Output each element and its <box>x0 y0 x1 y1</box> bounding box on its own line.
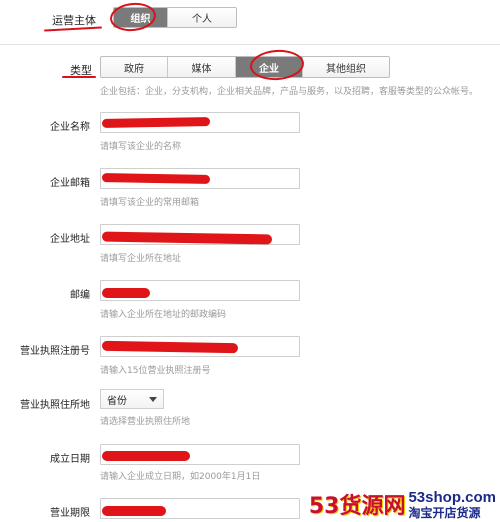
type-option-government[interactable]: 政府 <box>101 57 168 77</box>
subject-option-personal[interactable]: 个人 <box>168 8 236 27</box>
field-label-postcode: 邮编 <box>70 290 90 301</box>
subject-option-org[interactable]: 组织 <box>114 8 168 27</box>
redaction-mark <box>102 288 150 298</box>
subject-label: 运营主体 <box>52 14 96 27</box>
watermark: 53货源网 53shop.com 淘宝开店货源 <box>308 488 496 521</box>
watermark-tagline: 淘宝开店货源 <box>408 506 481 520</box>
redaction-mark <box>102 506 166 516</box>
type-option-other[interactable]: 其他组织 <box>303 57 389 77</box>
hint-postcode: 请输入企业所在地址的邮政编码 <box>100 310 227 320</box>
subject-segmented-control: 组织 个人 <box>113 7 237 28</box>
hint-license-domicile: 请选择营业执照住所地 <box>100 417 191 427</box>
chevron-down-icon <box>149 397 157 402</box>
redaction-mark <box>101 117 211 128</box>
watermark-brand: 53货源网 <box>308 494 406 519</box>
field-label-business-term: 营业期限 <box>50 508 90 519</box>
redaction-mark <box>101 173 211 184</box>
hint-license-number: 请输入15位营业执照注册号 <box>100 366 211 376</box>
hint-establish-date: 请输入企业成立日期，如2000年1月1日 <box>100 472 261 482</box>
field-label-company-email: 企业邮箱 <box>50 178 90 189</box>
field-label-establish-date: 成立日期 <box>50 454 90 465</box>
annotation-underline <box>62 76 96 78</box>
type-option-media[interactable]: 媒体 <box>168 57 236 77</box>
type-description: 企业包括：企业，分支机构，企业相关品牌，产品与服务，以及招聘，客服等类型的公众帐… <box>100 87 479 97</box>
province-select[interactable]: 省份 <box>100 389 164 409</box>
field-label-license-domicile: 营业执照住所地 <box>20 400 90 411</box>
field-label-company-name: 企业名称 <box>50 122 90 133</box>
field-label-company-address: 企业地址 <box>50 234 90 245</box>
section-divider <box>0 44 500 45</box>
watermark-site: 53shop.com <box>408 489 496 506</box>
redaction-mark <box>102 451 190 461</box>
hint-company-name: 请填写该企业的名称 <box>100 142 182 152</box>
type-segmented-control: 政府 媒体 企业 其他组织 <box>100 56 390 78</box>
hint-company-address: 请填写企业所在地址 <box>100 254 182 264</box>
field-label-license-number: 营业执照注册号 <box>20 346 90 357</box>
hint-company-email: 请填写该企业的常用邮箱 <box>100 198 200 208</box>
province-select-value: 省份 <box>107 395 127 407</box>
type-option-enterprise[interactable]: 企业 <box>236 57 303 77</box>
